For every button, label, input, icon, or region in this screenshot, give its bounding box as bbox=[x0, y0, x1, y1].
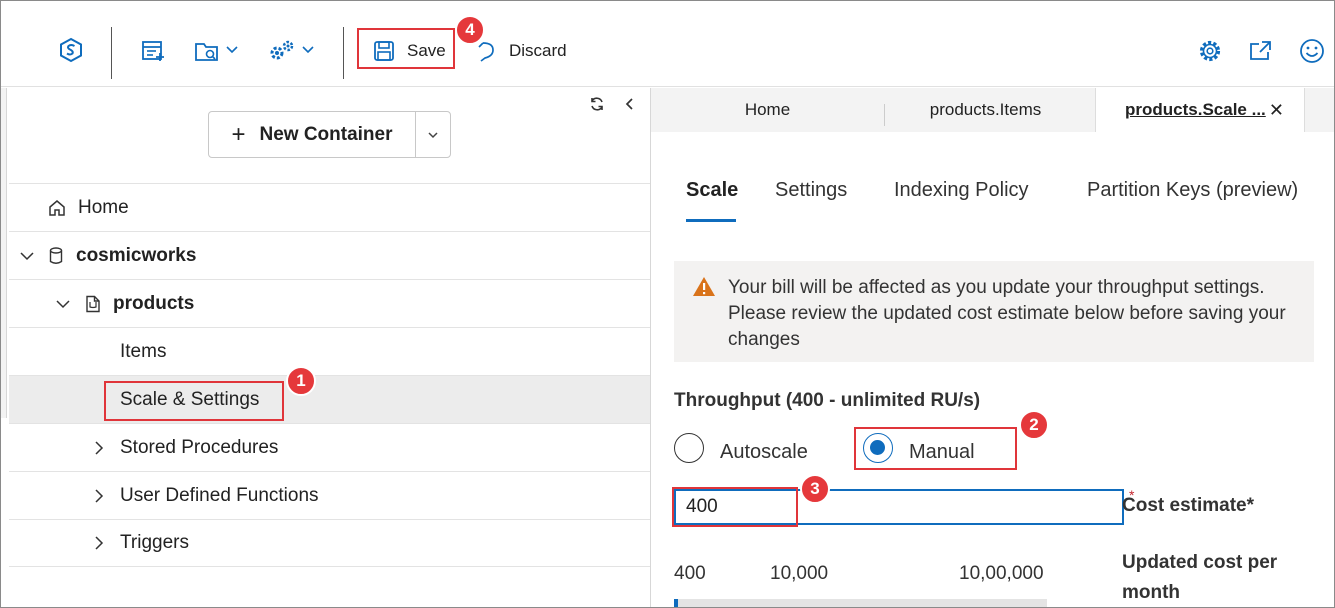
tree-item-database[interactable]: cosmicworks bbox=[9, 231, 651, 279]
tree-item-label: products bbox=[113, 292, 195, 314]
discard-button[interactable]: Discard bbox=[475, 36, 575, 66]
autoscale-label[interactable]: Autoscale bbox=[720, 441, 808, 464]
tree-item-items[interactable]: Items bbox=[9, 327, 651, 375]
tab-products-items[interactable]: products.Items bbox=[885, 88, 1086, 132]
updated-cost-label: Updated cost per month bbox=[1122, 552, 1278, 603]
tree-item-label: Triggers bbox=[120, 532, 189, 553]
annotation-box-input bbox=[672, 487, 798, 527]
new-container-split-button: + New Container bbox=[208, 111, 451, 158]
command-bar: Save Discard bbox=[1, 1, 1334, 87]
document-icon bbox=[85, 295, 105, 313]
document-tabs: Home products.Items products.Scale ... ✕ bbox=[651, 88, 1334, 132]
resource-tree-panel: + New Container Home cosmicworks product… bbox=[9, 88, 651, 607]
annotation-box-manual bbox=[854, 427, 1017, 470]
tab-label: products.Scale ... bbox=[1125, 100, 1266, 119]
new-container-label: New Container bbox=[259, 123, 393, 145]
annotation-badge-2: 2 bbox=[1019, 410, 1049, 440]
tree-item-label: Stored Procedures bbox=[120, 436, 279, 458]
refresh-icon[interactable] bbox=[587, 94, 607, 114]
home-icon bbox=[47, 198, 69, 218]
feedback-smiley-icon[interactable] bbox=[1298, 37, 1326, 65]
subtab-scale[interactable]: Scale bbox=[686, 179, 738, 202]
tree-item-label: Home bbox=[78, 196, 129, 218]
subtab-settings[interactable]: Settings bbox=[775, 179, 847, 202]
chevron-right-icon[interactable] bbox=[91, 440, 107, 456]
autoscale-radio[interactable] bbox=[674, 433, 704, 463]
tree-item-home[interactable]: Home bbox=[9, 183, 651, 231]
throughput-label: Throughput (400 - unlimited RU/s) bbox=[674, 390, 981, 411]
undo-icon bbox=[478, 42, 494, 62]
chevron-right-icon[interactable] bbox=[91, 488, 107, 504]
slider-tick-max: 10,00,000 bbox=[959, 563, 1044, 584]
annotation-box-scale-settings bbox=[104, 381, 284, 421]
toolbar-separator bbox=[343, 27, 344, 79]
cosmos-logo-icon[interactable] bbox=[56, 35, 86, 65]
annotation-badge-1: 1 bbox=[286, 366, 316, 396]
tab-label: products.Items bbox=[929, 100, 1042, 119]
new-container-button[interactable]: + New Container bbox=[209, 112, 416, 157]
collapse-panel-icon[interactable] bbox=[620, 94, 640, 114]
tab-products-scale[interactable]: products.Scale ... ✕ bbox=[1095, 88, 1305, 132]
tab-label: Home bbox=[744, 100, 791, 119]
throughput-slider[interactable] bbox=[674, 599, 1047, 607]
close-tab-icon[interactable]: ✕ bbox=[1269, 100, 1284, 121]
warning-icon bbox=[691, 275, 717, 304]
new-container-dropdown[interactable] bbox=[416, 131, 450, 139]
chevron-down-icon bbox=[428, 131, 438, 138]
database-icon bbox=[49, 246, 69, 265]
annotation-badge-3: 3 bbox=[800, 474, 830, 504]
panel-divider[interactable] bbox=[650, 88, 651, 607]
tab-home[interactable]: Home bbox=[651, 88, 884, 132]
chevron-down-icon bbox=[225, 44, 239, 58]
slider-tick-mid: 10,000 bbox=[770, 563, 829, 584]
annotation-box-save bbox=[357, 28, 455, 69]
gears-icon bbox=[270, 40, 294, 60]
tree-item-udfs[interactable]: User Defined Functions bbox=[9, 471, 651, 519]
chevron-right-icon[interactable] bbox=[91, 535, 107, 551]
tree-item-triggers[interactable]: Triggers bbox=[9, 519, 651, 567]
tree-item-label: User Defined Functions bbox=[120, 484, 319, 506]
annotation-badge-4: 4 bbox=[455, 15, 485, 45]
app-window: Save Discard + New Container Home cosmic… bbox=[0, 0, 1335, 608]
toolbar-separator bbox=[111, 27, 112, 79]
chevron-down-icon bbox=[301, 44, 315, 58]
tree-item-container[interactable]: products bbox=[9, 279, 651, 327]
open-folder-menu[interactable] bbox=[189, 37, 243, 65]
left-edge-strip bbox=[1, 88, 7, 418]
slider-tick-min: 400 bbox=[674, 563, 706, 584]
subtab-partition-keys[interactable]: Partition Keys (preview) bbox=[1087, 179, 1298, 202]
folder-search-icon bbox=[195, 43, 218, 61]
subtab-indexing-policy[interactable]: Indexing Policy bbox=[894, 179, 1029, 202]
plus-icon: + bbox=[231, 120, 246, 148]
new-item-icon[interactable] bbox=[139, 37, 167, 65]
settings-gear-icon[interactable] bbox=[1196, 37, 1224, 65]
tree-item-stored-procedures[interactable]: Stored Procedures bbox=[9, 423, 651, 471]
cost-estimate-label: Cost estimate* bbox=[1122, 495, 1254, 516]
chevron-down-icon[interactable] bbox=[19, 251, 35, 261]
warning-text: Your bill will be affected as you update… bbox=[728, 277, 1286, 350]
settings-gears-menu[interactable] bbox=[263, 37, 319, 65]
open-in-new-window-icon[interactable] bbox=[1247, 37, 1275, 65]
billing-warning-banner: Your bill will be affected as you update… bbox=[674, 261, 1314, 362]
discard-label: Discard bbox=[509, 41, 567, 60]
chevron-down-icon[interactable] bbox=[55, 299, 71, 309]
tree-item-label: cosmicworks bbox=[76, 244, 197, 266]
tree-item-label: Items bbox=[120, 340, 167, 362]
subtab-active-indicator bbox=[686, 219, 736, 222]
slider-fill bbox=[674, 599, 678, 607]
